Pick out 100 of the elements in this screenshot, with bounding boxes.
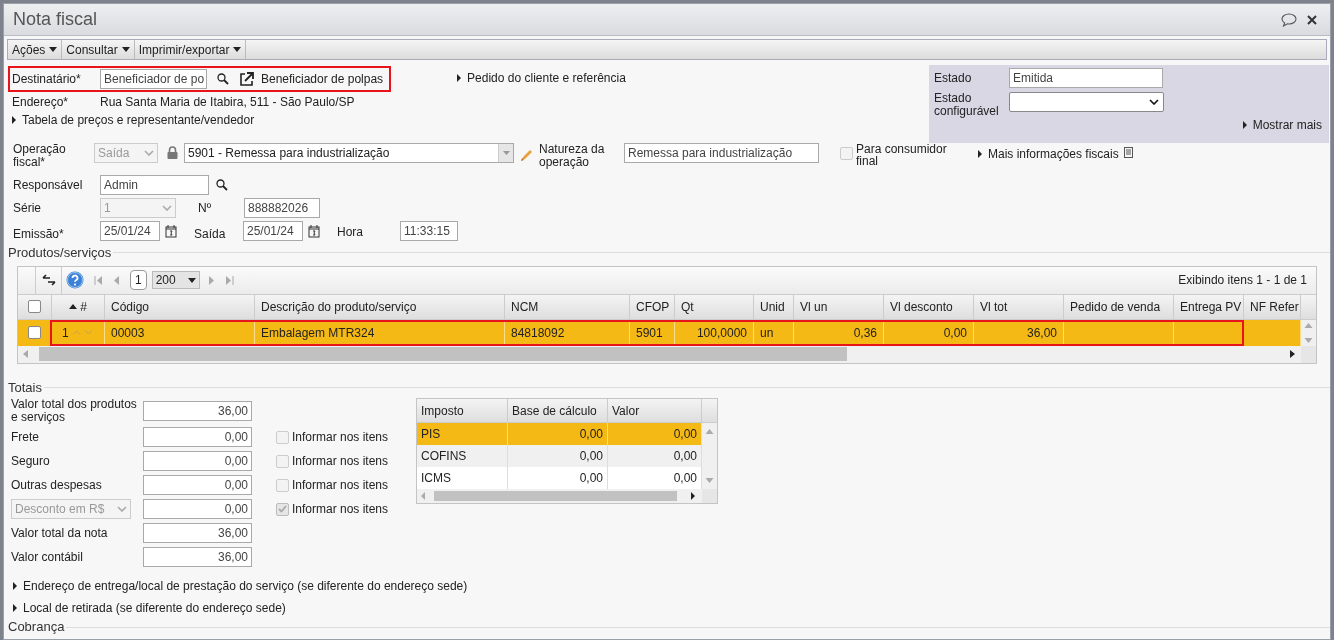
help-icon[interactable] [66, 271, 84, 289]
table-row[interactable]: PIS 0,00 0,00 [417, 423, 702, 445]
checkbox[interactable] [276, 502, 289, 516]
input-field[interactable]: 0,00 [143, 475, 252, 495]
recipient-link[interactable]: Beneficiador de polpas [261, 70, 384, 88]
first-page-icon[interactable] [94, 275, 102, 285]
input-field[interactable]: 36,00 [143, 547, 252, 567]
input-field[interactable]: 0,00 [143, 451, 252, 471]
checkbox-label: Informar nos itens [292, 477, 389, 494]
column-title: Vl tot [980, 298, 1008, 316]
last-page-icon[interactable] [225, 275, 234, 285]
pencil-icon[interactable] [520, 148, 534, 162]
input-field[interactable]: 36,00 [143, 401, 252, 421]
column-header[interactable]: Vl desconto [884, 294, 974, 319]
input-field[interactable]: Admin [100, 175, 209, 195]
input-field[interactable]: 11:33:15 [400, 221, 458, 241]
select-field[interactable]: 5901 - Remessa para industrialização [184, 143, 514, 163]
table-cell-text: 0,00 [943, 324, 967, 342]
column-header[interactable]: Unid [754, 294, 794, 319]
external-link-icon[interactable] [239, 71, 254, 87]
document-icon[interactable] [1123, 147, 1133, 158]
calendar-icon[interactable] [308, 224, 320, 238]
calendar-icon[interactable] [165, 224, 177, 238]
input-field[interactable]: 36,00 [143, 523, 252, 543]
checkbox[interactable] [840, 147, 853, 160]
field-label: Emissão* [13, 226, 65, 243]
column-header[interactable]: Pedido de venda [1064, 294, 1174, 319]
input-field[interactable]: Emitida [1009, 68, 1163, 88]
field-label: Valor contábil [11, 550, 84, 564]
column-header[interactable]: Base de cálculo [508, 399, 608, 422]
section-title: Totais [8, 378, 42, 397]
column-header[interactable]: Descrição do produto/serviço [255, 294, 505, 319]
table-row[interactable]: 1 00003 Embalagem MTR324 84818092 5901 100,0000 un 0,36 0,00 36,00 [18, 319, 1316, 346]
input-field[interactable]: 25/01/24 [243, 221, 303, 241]
checkbox[interactable] [276, 478, 289, 492]
field-label: Nº [198, 200, 213, 217]
expand-arrow-icon [13, 604, 17, 612]
column-header[interactable]: Entrega PV [1174, 294, 1244, 319]
pager-info: Exibindo itens 1 - 1 de 1 [1178, 272, 1307, 289]
column-header[interactable]: Valor [608, 399, 702, 422]
checkbox[interactable] [28, 326, 41, 339]
column-header[interactable]: Vl un [794, 294, 884, 319]
checkbox[interactable] [276, 454, 289, 468]
vertical-scrollbar[interactable] [702, 423, 717, 489]
menu-button[interactable]: Ações [8, 40, 63, 59]
section-link[interactable]: Mais informações fiscais [988, 145, 1119, 163]
field-label: Para consumidor final [856, 143, 948, 167]
section-link[interactable]: Mostrar mais [1252, 116, 1322, 134]
column-header[interactable]: Código [105, 294, 255, 319]
move-down-icon[interactable] [83, 330, 93, 335]
page-size-select[interactable]: 200 [151, 271, 200, 289]
horizontal-scrollbar[interactable] [417, 489, 717, 503]
column-title: Entrega PV [1180, 298, 1242, 316]
input-field[interactable]: 25/01/24 [100, 221, 160, 241]
refresh-button[interactable] [35, 266, 62, 294]
input-field[interactable]: Remessa para industrialização [624, 143, 819, 163]
vertical-scrollbar[interactable] [1301, 319, 1316, 346]
close-icon[interactable] [1307, 14, 1317, 25]
input-field[interactable]: 0,00 [143, 427, 252, 447]
table-cell-text: 36,00 [1026, 324, 1057, 342]
section-link[interactable]: Tabela de preços e representante/vendedor [22, 111, 255, 129]
window-title: Nota fiscal [13, 8, 99, 31]
section-title: Produtos/serviços [8, 244, 112, 262]
column-header[interactable]: NCM [505, 294, 630, 319]
section-link[interactable]: Endereço de entrega/local de prestação do serviço (se diferente do endereço sede) [23, 577, 468, 595]
checkbox-label: Informar nos itens [292, 453, 389, 470]
caret-icon [233, 47, 242, 52]
move-up-icon[interactable] [71, 330, 81, 335]
section-link[interactable]: Local de retirada (se diferente do endereço sede) [23, 599, 286, 617]
column-title: Unid [760, 298, 785, 316]
column-header[interactable]: Qt [675, 294, 754, 319]
column-header[interactable]: CFOP [630, 294, 675, 319]
column-title: NCM [511, 298, 539, 316]
refresh-icon [41, 274, 56, 286]
select-field[interactable] [1009, 92, 1164, 112]
next-page-icon[interactable] [208, 275, 214, 285]
chevron-down-icon [144, 150, 154, 156]
checkbox[interactable] [28, 300, 41, 313]
previous-page-icon[interactable] [114, 275, 119, 285]
input-field[interactable]: 0,00 [143, 499, 252, 519]
menu-button[interactable]: Imprimir/exportar [134, 40, 247, 59]
column-header[interactable]: # [52, 294, 105, 319]
page-field[interactable]: 1 [130, 270, 147, 290]
speech-bubble-icon[interactable] [1281, 12, 1297, 27]
caret-icon [121, 47, 130, 52]
menu-button[interactable]: Consultar [62, 40, 135, 59]
column-header[interactable]: NF Refer [1244, 294, 1301, 319]
column-header[interactable]: Imposto [417, 399, 508, 422]
column-header[interactable]: Vl tot [974, 294, 1064, 319]
search-icon[interactable] [216, 179, 228, 191]
table-cell-text: 0,00 [673, 426, 697, 443]
search-icon[interactable] [217, 73, 229, 85]
caret-icon [49, 47, 58, 52]
checkbox[interactable] [276, 430, 289, 444]
input-field[interactable]: Beneficiador de po [100, 69, 207, 89]
field-label: Operação fiscal* [13, 143, 67, 169]
table-row[interactable]: COFINS 0,00 0,00 [417, 445, 702, 467]
row-number: 1 [62, 324, 69, 342]
section-link[interactable]: Pedido do cliente e referência [467, 69, 626, 87]
table-row[interactable]: ICMS 0,00 0,00 [417, 467, 702, 489]
